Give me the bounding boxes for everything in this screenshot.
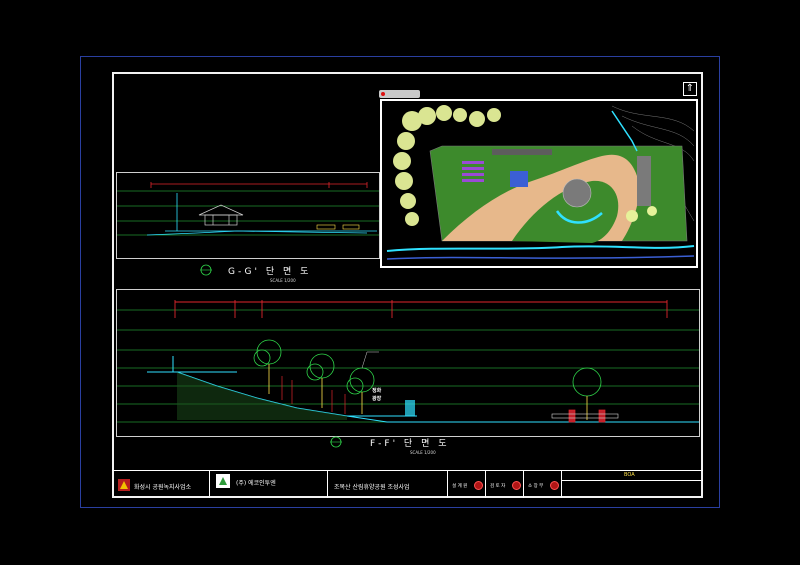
firm-logo-icon — [216, 474, 230, 488]
reviewer-cell-1: 설 계 원 — [448, 471, 486, 498]
section-gg-drawing — [117, 182, 379, 236]
title-block: 화성시 공원녹지사업소 (주) 에코인투엔 조목산 산림휴양공원 조성사업 설 … — [112, 470, 703, 498]
seal-stamp-icon — [550, 481, 559, 490]
section-gg-label: G-G' 단 면 도 — [228, 267, 312, 277]
sheet-info-cell: BOA — [562, 471, 703, 498]
inset-viewport-tag[interactable] — [379, 90, 420, 98]
reviewer-label: 설 계 원 — [452, 484, 468, 489]
client-name: 화성시 공원녹지사업소 — [134, 484, 192, 491]
seal-stamp-icon — [474, 481, 483, 490]
reviewer-cell-3: 소 장 부 — [524, 471, 562, 498]
section-gg-viewport[interactable] — [116, 172, 380, 259]
seal-stamp-icon — [512, 481, 521, 490]
north-arrow-icon[interactable]: ⇑ — [683, 82, 697, 96]
site-plan-inset[interactable] — [380, 99, 698, 268]
sheet-title: BOA — [624, 472, 635, 478]
annotation-2: 광장 — [372, 395, 382, 402]
client-cell: 화성시 공원녹지사업소 — [112, 471, 210, 498]
section-gg-scale: SCALE 1/200 — [270, 278, 296, 283]
section-ff-scale: SCALE 1/200 — [410, 450, 436, 455]
project-cell: 조목산 산림휴양공원 조성사업 — [328, 471, 448, 498]
section-ff-label: F-F' 단 면 도 — [370, 439, 450, 449]
section-ff-drawing: 정화 광장 — [117, 300, 699, 423]
reviewer-label: 소 장 부 — [528, 484, 544, 489]
section-ff-viewport[interactable]: 정화 광장 — [116, 289, 700, 437]
reviewer-cell-2: 검 토 자 — [486, 471, 524, 498]
project-name: 조목산 산림휴양공원 조성사업 — [334, 484, 410, 491]
site-plan-drawing — [386, 105, 695, 260]
firm-cell: (주) 에코인투엔 — [210, 471, 328, 498]
reviewer-label: 검 토 자 — [490, 484, 506, 489]
section-marker-icon — [330, 436, 342, 448]
client-logo-icon — [118, 479, 130, 491]
sheet-info-divider — [562, 480, 703, 481]
firm-name: (주) 에코인투엔 — [236, 480, 276, 487]
annotation-1: 정화 — [372, 387, 382, 394]
section-marker-icon — [200, 264, 212, 276]
